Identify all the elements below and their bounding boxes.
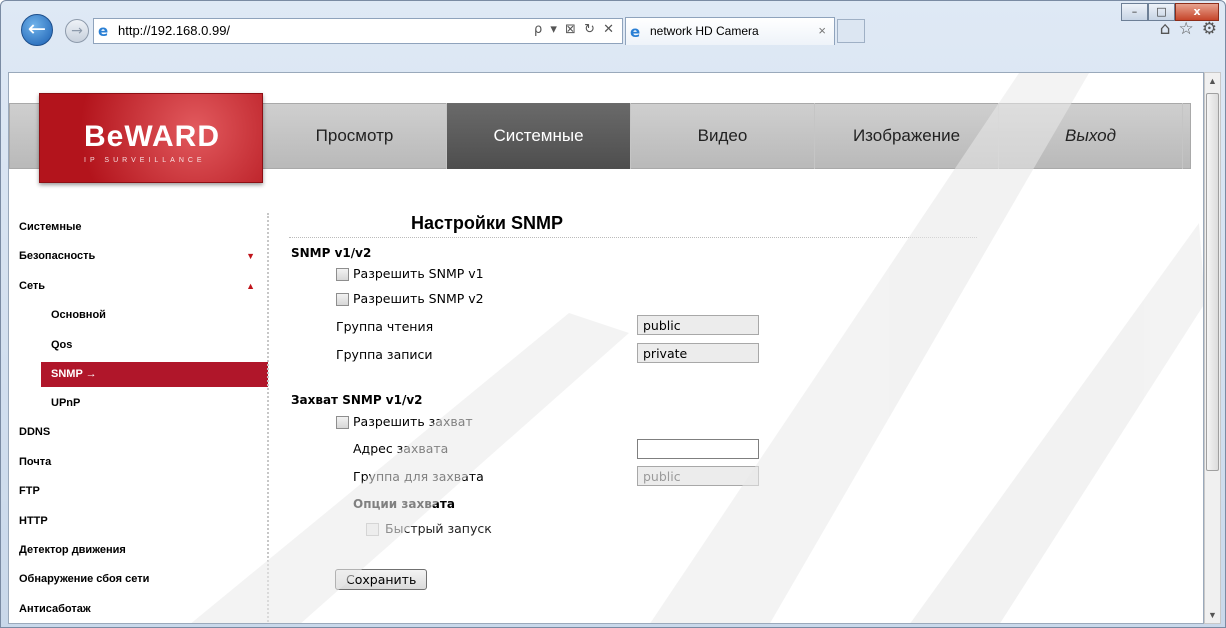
tools-gear-icon[interactable]: ⚙	[1202, 19, 1217, 39]
sidebar-divider	[267, 213, 269, 623]
tab-ie-icon: e	[630, 23, 641, 41]
address-tools[interactable]: ρ ▾ ⊠ ↻ ✕	[534, 22, 616, 37]
minimize-button[interactable]: –	[1121, 3, 1148, 21]
sidebar-item-motion[interactable]: Детектор движения	[9, 536, 269, 565]
ie-icon: e	[98, 22, 109, 40]
favorites-icon[interactable]: ☆	[1179, 19, 1194, 39]
title-divider	[289, 237, 977, 238]
expand-arrow-icon[interactable]: ▼	[246, 242, 255, 271]
enable-trap-checkbox[interactable]	[336, 416, 349, 429]
enable-snmp-v1-label: Разрешить SNMP v1	[353, 266, 484, 281]
snmp-section-heading: SNMP v1/v2	[291, 246, 372, 260]
page-viewport: BeWARD IP SURVEILLANCE Просмотр Системны…	[8, 72, 1204, 624]
quick-start-checkbox[interactable]	[366, 523, 379, 536]
browser-toolbar-right: ⌂ ☆ ⚙	[1160, 19, 1217, 39]
sidebar-item-ddns[interactable]: DDNS	[9, 418, 269, 447]
sidebar-item-security[interactable]: Безопасность ▼	[9, 242, 269, 271]
new-tab-button[interactable]	[837, 19, 865, 43]
quick-start-label: Быстрый запуск	[385, 521, 492, 536]
forward-button[interactable]: →	[65, 19, 89, 43]
browser-tab[interactable]: e network HD Camera ×	[625, 17, 835, 45]
scrollbar-thumb[interactable]	[1206, 93, 1219, 471]
tab-close-icon[interactable]: ×	[818, 23, 826, 38]
sidebar-item-http[interactable]: HTTP	[9, 507, 269, 536]
enable-snmp-v2-checkbox[interactable]	[336, 293, 349, 306]
sidebar-item-label: Безопасность	[19, 250, 96, 263]
sidebar-item-qos[interactable]: Qos	[9, 331, 269, 360]
scroll-up-icon[interactable]: ▲	[1205, 73, 1220, 89]
collapse-arrow-icon[interactable]: ▲	[246, 272, 255, 301]
trap-address-input[interactable]	[637, 439, 759, 459]
nav-image[interactable]: Изображение	[815, 103, 999, 169]
save-button[interactable]: Сохранить	[335, 569, 428, 590]
logo-text: BeWARD	[84, 120, 221, 153]
address-text: http://192.168.0.99/	[118, 23, 231, 38]
enable-snmp-v2-label: Разрешить SNMP v2	[353, 291, 484, 306]
read-group-label: Группа чтения	[336, 319, 434, 334]
sidebar-item-network[interactable]: Сеть ▲	[9, 272, 269, 301]
logo-subtitle: IP SURVEILLANCE	[84, 157, 206, 164]
page-title: Настройки SNMP	[411, 213, 563, 233]
trap-group-input[interactable]: public	[637, 466, 759, 486]
trap-options-heading: Опции захвата	[353, 497, 455, 511]
write-group-label: Группа записи	[336, 347, 433, 362]
write-group-input[interactable]: private	[637, 343, 759, 363]
trap-section-heading: Захват SNMP v1/v2	[291, 393, 423, 407]
trap-group-label: Группа для захвата	[353, 469, 484, 484]
sidebar-item-snmp[interactable]: SNMP →	[41, 361, 268, 387]
back-button[interactable]: ←	[21, 14, 53, 46]
sidebar-item-label: Сеть	[19, 279, 46, 292]
nav-video[interactable]: Видео	[631, 103, 815, 169]
read-group-input[interactable]: public	[637, 315, 759, 335]
nav-system[interactable]: Системные	[447, 103, 631, 169]
home-icon[interactable]: ⌂	[1160, 19, 1171, 39]
sidebar-item-basic[interactable]: Основной	[9, 301, 269, 330]
tab-title: network HD Camera	[650, 24, 759, 38]
sidebar-item-network-failure[interactable]: Обнаружение сбоя сети	[9, 565, 269, 594]
address-bar[interactable]: e http://192.168.0.99/ ρ ▾ ⊠ ↻ ✕	[93, 18, 623, 44]
vertical-scrollbar[interactable]: ▲ ▼	[1204, 72, 1221, 624]
sidebar: Системные Безопасность ▼ Сеть ▲ Основной…	[9, 213, 269, 623]
sidebar-item-upnp[interactable]: UPnP	[9, 389, 269, 418]
main-nav: Просмотр Системные Видео Изображение Вых…	[263, 103, 1183, 169]
sidebar-item-mail[interactable]: Почта	[9, 448, 269, 477]
sidebar-item-system[interactable]: Системные	[9, 213, 269, 242]
sidebar-item-tamper[interactable]: Антисаботаж	[9, 595, 269, 623]
scroll-down-icon[interactable]: ▼	[1205, 607, 1220, 623]
trap-address-label: Адрес захвата	[353, 441, 449, 456]
enable-snmp-v1-checkbox[interactable]	[336, 268, 349, 281]
enable-trap-label: Разрешить захват	[353, 414, 473, 429]
sidebar-item-ftp[interactable]: FTP	[9, 477, 269, 506]
beward-logo: BeWARD IP SURVEILLANCE	[39, 93, 263, 183]
nav-logout[interactable]: Выход	[999, 103, 1183, 169]
nav-view[interactable]: Просмотр	[263, 103, 447, 169]
